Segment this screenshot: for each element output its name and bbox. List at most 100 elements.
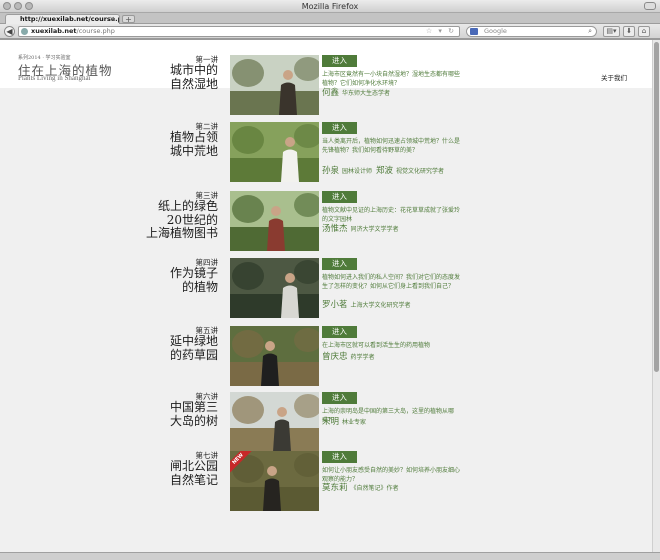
lecture-title-line: 20世纪的 bbox=[166, 212, 218, 227]
lecture-photo[interactable] bbox=[230, 326, 319, 386]
toolbar-toggle-icon[interactable] bbox=[644, 2, 656, 10]
person-body bbox=[279, 82, 297, 115]
lecture-title[interactable]: 纸上的绿色 20世纪的 上海植物图书 bbox=[146, 199, 218, 241]
back-button[interactable]: ◀ bbox=[4, 26, 15, 37]
speaker-role: 华东师大生态学者 bbox=[342, 90, 391, 97]
lecture-photo-image bbox=[230, 191, 319, 251]
photo-foliage bbox=[232, 396, 264, 424]
bookmarks-menu-icon[interactable]: ▤▾ bbox=[603, 26, 620, 37]
person-head bbox=[277, 407, 287, 417]
lecture-title-line: 作为镜子 bbox=[169, 266, 218, 280]
person-head bbox=[285, 273, 295, 283]
person-head bbox=[285, 137, 295, 147]
tab-close-icon[interactable]: × bbox=[109, 15, 115, 24]
lecture-title[interactable]: 城市中的 自然湿地 bbox=[169, 63, 218, 91]
window-titlebar: Mozilla Firefox bbox=[0, 0, 660, 13]
scrollbar-thumb[interactable] bbox=[654, 42, 659, 372]
lecture-title-line: 纸上的绿色 bbox=[157, 199, 218, 213]
lecture-title-line: 植物占领 bbox=[169, 130, 218, 144]
speaker-role: 上海大学文化研究学者 bbox=[350, 302, 411, 309]
speaker-role: 林业专家 bbox=[342, 419, 367, 426]
enter-button[interactable]: 进入 bbox=[322, 258, 357, 270]
lecture-photo[interactable] bbox=[230, 392, 319, 452]
home-icon[interactable]: ⌂ bbox=[638, 26, 650, 37]
lecture-photo-image bbox=[230, 122, 319, 182]
speaker-name: 孙泉 bbox=[322, 166, 340, 176]
lecture-photo-image bbox=[230, 451, 319, 511]
lecture-title[interactable]: 植物占领 城中荒地 bbox=[169, 130, 218, 158]
search-placeholder: Google bbox=[484, 27, 507, 35]
new-tab-button[interactable]: + bbox=[122, 15, 135, 24]
lecture-photo-image bbox=[230, 392, 319, 452]
photo-foliage bbox=[232, 195, 264, 223]
url-host: xuexilab.net bbox=[31, 27, 77, 35]
lecture-title[interactable]: 闸北公园 自然笔记 bbox=[169, 459, 218, 487]
enter-button[interactable]: 进入 bbox=[322, 55, 357, 67]
speaker-name: 曾庆忠 bbox=[322, 352, 348, 362]
lecture-photo[interactable]: NEW bbox=[230, 451, 319, 511]
enter-button[interactable]: 进入 bbox=[322, 451, 357, 463]
person-head bbox=[265, 341, 275, 351]
enter-button[interactable]: 进入 bbox=[322, 191, 357, 203]
lecture-title[interactable]: 作为镜子 的植物 bbox=[169, 266, 218, 294]
lecture-title[interactable]: 延中绿地 的药草园 bbox=[169, 334, 218, 362]
lecture-row: 第四讲 作为镜子 的植物 进入 植物如何进入我们的私人空间？我们对它们的态度发生了怎样的… bbox=[0, 258, 652, 320]
lecture-title-line: 自然湿地 bbox=[169, 76, 218, 91]
person-body bbox=[281, 149, 299, 182]
lecture-speakers: 罗小茗 上海大学文化研究学者 bbox=[322, 298, 415, 310]
lecture-title-line: 延中绿地 bbox=[169, 334, 218, 348]
lecture-photo[interactable] bbox=[230, 191, 319, 251]
speaker-role: 园林设计师 bbox=[342, 168, 373, 175]
speaker-role: 视觉文化研究学者 bbox=[396, 168, 445, 175]
download-icon[interactable]: ⬇ bbox=[623, 26, 635, 37]
tab-course[interactable]: http://xuexilab.net/course.php × bbox=[5, 14, 120, 24]
lecture-title-line: 自然笔记 bbox=[169, 472, 218, 487]
lecture-row: 第五讲 延中绿地 的药草园 进入 在上海市区就可以看到活生生的药用植物 曾庆忠 药学学者 bbox=[0, 326, 652, 388]
lecture-photo-image bbox=[230, 258, 319, 318]
person-head bbox=[267, 466, 277, 476]
bookmark-star-icon[interactable]: ☆ ▾ ↻ bbox=[426, 27, 456, 36]
lecture-photo[interactable] bbox=[230, 258, 319, 318]
lecture-row: 第二讲 植物占领 城中荒地 进入 当人类离开后，植物如何迅速占领城中荒地？什么是先锋植物… bbox=[0, 122, 652, 184]
site-identity-icon[interactable] bbox=[21, 28, 28, 35]
photo-ground bbox=[230, 294, 319, 318]
search-input[interactable]: Google ⌕ bbox=[466, 26, 597, 37]
speaker-name: 何鑫 bbox=[322, 88, 340, 98]
scrollbar[interactable] bbox=[652, 40, 660, 552]
url-path: /course.php bbox=[76, 27, 115, 35]
lecture-photo-image bbox=[230, 326, 319, 386]
speaker-name: 汤惟杰 bbox=[322, 224, 348, 234]
lecture-photo[interactable] bbox=[230, 55, 319, 115]
enter-button[interactable]: 进入 bbox=[322, 122, 357, 134]
speaker-name: 宋明 bbox=[322, 417, 340, 427]
url-bar[interactable]: xuexilab.net/course.php ☆ ▾ ↻ bbox=[18, 26, 460, 37]
person-body bbox=[273, 419, 291, 452]
speaker-name: 罗小茗 bbox=[322, 300, 348, 310]
enter-button[interactable]: 进入 bbox=[322, 392, 357, 404]
lecture-speakers: 曾庆忠 药学学者 bbox=[322, 350, 379, 362]
person-head bbox=[283, 70, 293, 80]
speaker-role: 同济大学文学学者 bbox=[350, 226, 399, 233]
lecture-title-line: 城市中的 bbox=[169, 63, 218, 77]
lecture-speakers: 宋明 林业专家 bbox=[322, 415, 370, 427]
lecture-photo[interactable] bbox=[230, 122, 319, 182]
lecture-row: 第一讲 城市中的 自然湿地 进入 上海市区竟然有一小块自然湿地？湿地生态都有哪些植物？它… bbox=[0, 55, 652, 117]
lecture-speakers: 汤惟杰 同济大学文学学者 bbox=[322, 222, 403, 234]
enter-button[interactable]: 进入 bbox=[322, 326, 357, 338]
lecture-description: 当人类离开后，植物如何迅速占领城中荒地？什么是先锋植物？我们如何看待野草的美？ bbox=[322, 138, 461, 154]
photo-foliage bbox=[232, 330, 264, 358]
lecture-row: 第六讲 中国第三 大岛的树 进入 上海的崇明岛是中国的第三大岛，这里的植物从哪来？ 宋明林… bbox=[0, 392, 652, 454]
person-head bbox=[271, 206, 281, 216]
tab-bar: http://xuexilab.net/course.php × + bbox=[0, 13, 660, 24]
lecture-description: 在上海市区就可以看到活生生的药用植物 bbox=[322, 342, 431, 349]
photo-ground bbox=[230, 158, 319, 182]
search-engine-icon[interactable] bbox=[470, 28, 478, 35]
speaker-name: 莫东莉 bbox=[322, 483, 348, 493]
lecture-title-line: 的药草园 bbox=[169, 347, 218, 362]
lecture-title-line: 城中荒地 bbox=[169, 143, 218, 158]
lecture-title[interactable]: 中国第三 大岛的树 bbox=[170, 400, 218, 428]
search-icon[interactable]: ⌕ bbox=[588, 27, 592, 36]
person-body bbox=[263, 478, 281, 511]
photo-foliage bbox=[232, 126, 264, 154]
speaker-name: 郑波 bbox=[376, 166, 394, 176]
